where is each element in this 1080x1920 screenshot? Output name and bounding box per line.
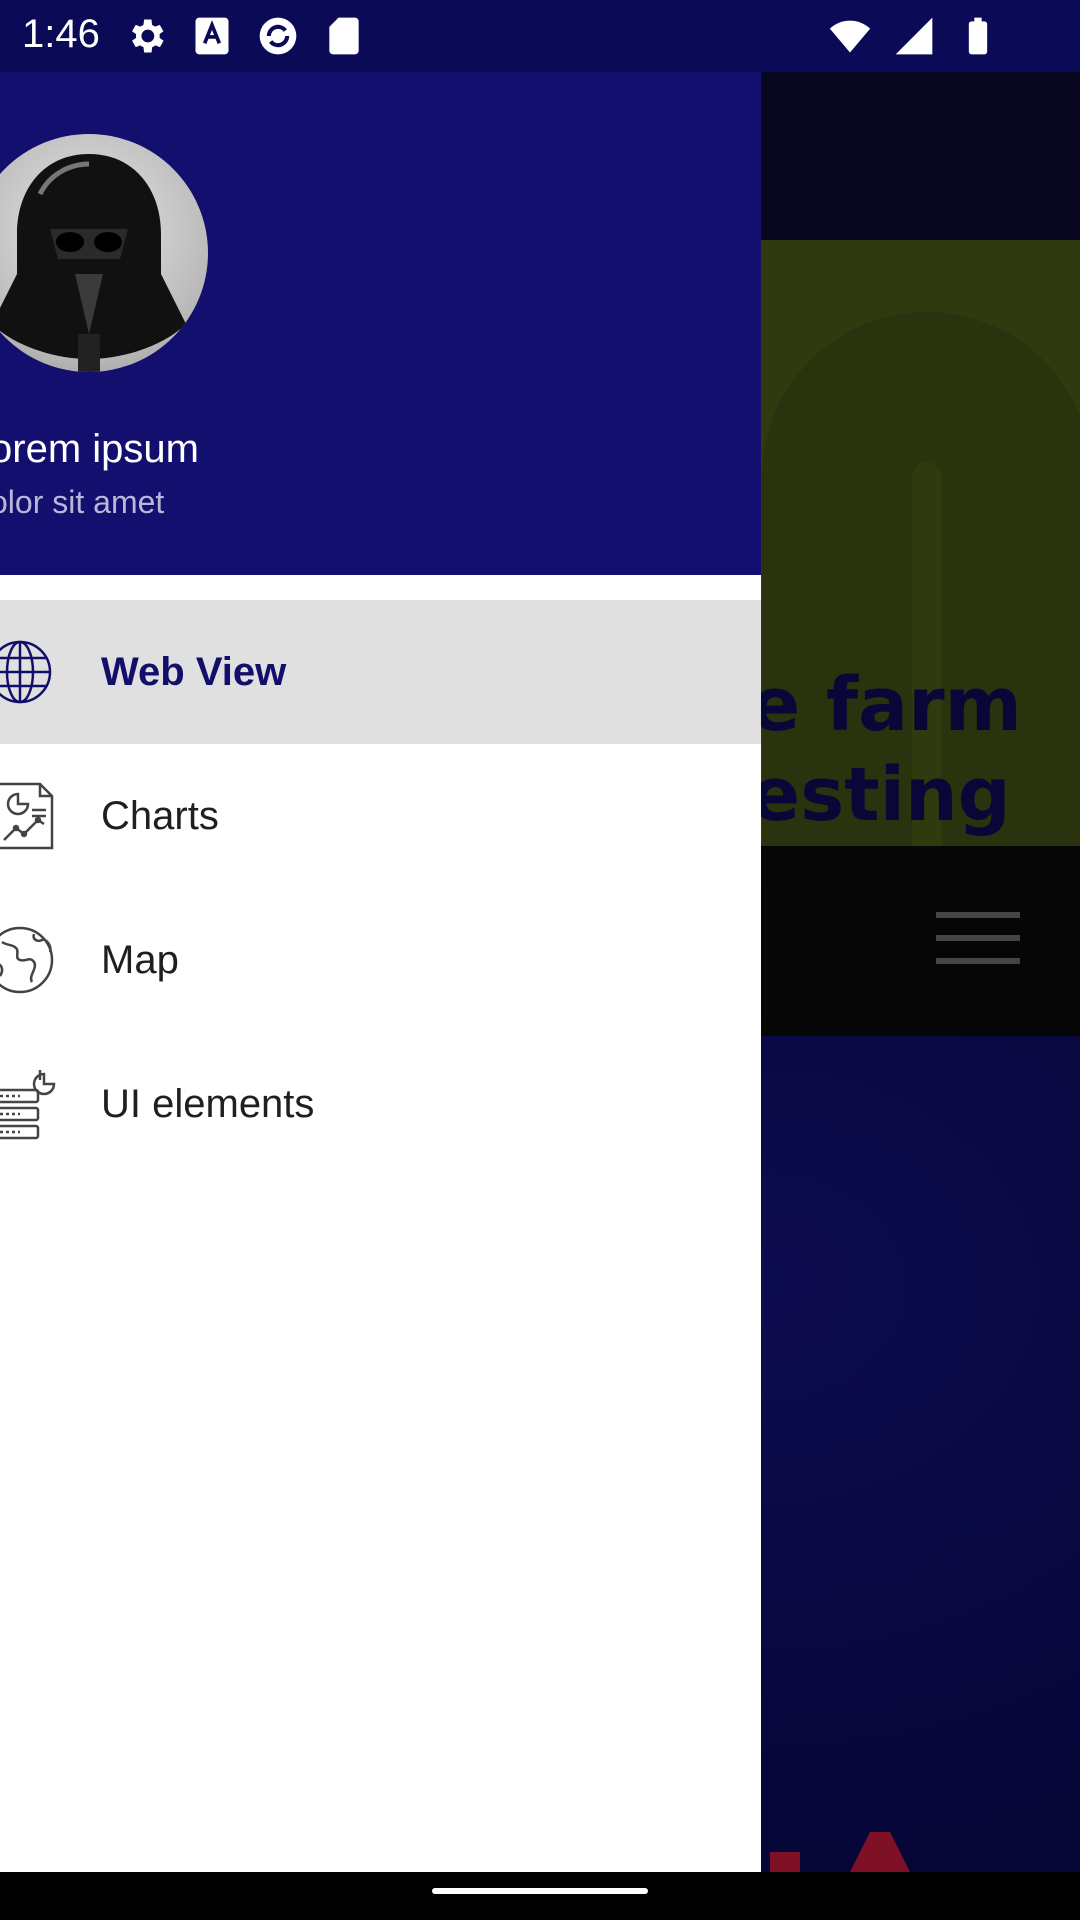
drawer-header: orem ipsum olor sit amet (0, 72, 761, 575)
avatar[interactable] (0, 134, 208, 372)
app-sync-icon (259, 17, 297, 55)
drawer-item-label: UI elements (101, 1082, 315, 1126)
status-time: 1:46 (22, 12, 100, 56)
drawer-item-map[interactable]: Map (0, 888, 761, 1032)
ui-elements-icon (0, 1070, 56, 1140)
globe-icon (0, 640, 52, 704)
font-icon (195, 17, 229, 55)
drawer-item-label: Web View (101, 650, 287, 694)
drawer-item-label: Charts (101, 794, 219, 838)
world-map-icon (0, 926, 54, 994)
drawer-header-name: orem ipsum (0, 427, 199, 471)
avatar-image (0, 154, 186, 372)
settings-icon (132, 19, 164, 53)
wifi-icon (829, 20, 871, 53)
navigation-bar (0, 1872, 1080, 1920)
drawer-item-charts[interactable]: Charts (0, 744, 761, 888)
drawer-item-web-view[interactable]: Web View (0, 600, 761, 744)
drawer-header-subtitle: olor sit amet (0, 484, 165, 520)
signal-icon (895, 17, 933, 55)
status-icons-left (124, 14, 366, 58)
status-icons-right (828, 14, 1000, 58)
drawer-item-label: Map (101, 938, 179, 982)
chart-document-icon (0, 782, 54, 850)
navigation-drawer: orem ipsum olor sit amet Web View Charts… (0, 72, 761, 1872)
drawer-item-ui-elements[interactable]: UI elements (0, 1032, 761, 1176)
drawer-menu: Web View Charts Map UI elements (0, 600, 761, 1176)
sd-card-icon (329, 17, 359, 55)
home-gesture-handle[interactable] (432, 1888, 648, 1894)
battery-icon (968, 17, 988, 55)
status-bar: 1:46 (0, 0, 1080, 72)
